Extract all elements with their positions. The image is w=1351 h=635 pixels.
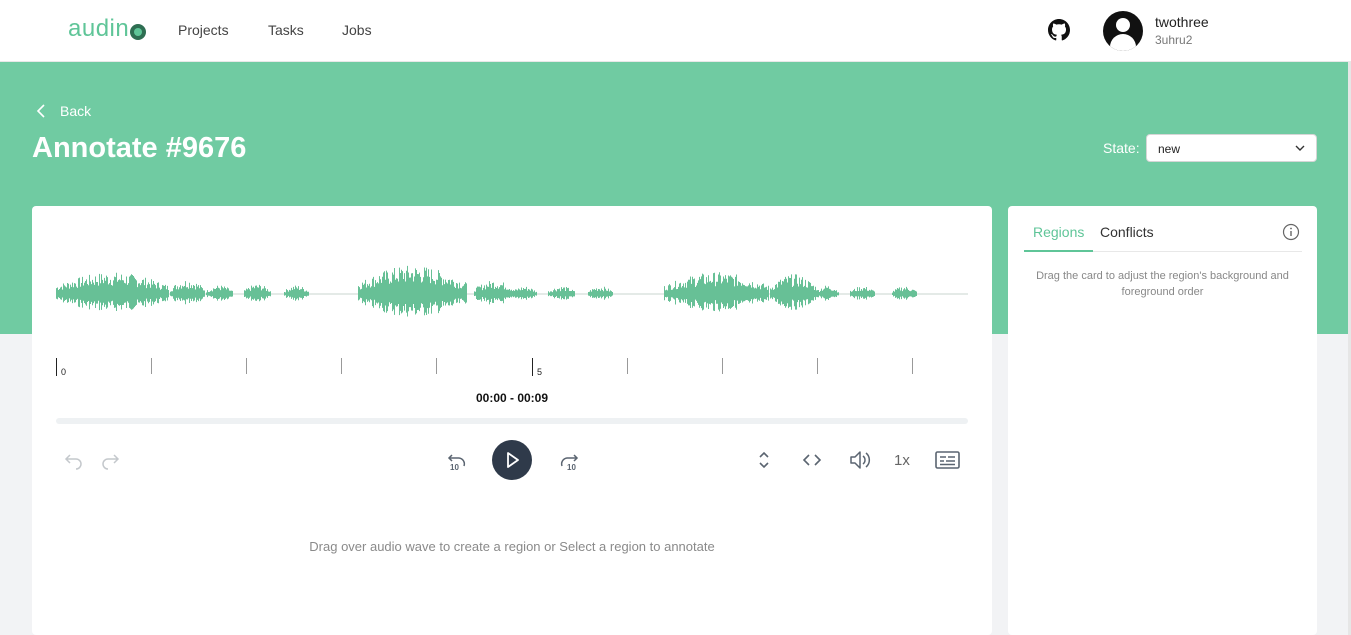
- state-select[interactable]: new: [1146, 134, 1317, 162]
- regions-hint: Drag the card to adjust the region's bac…: [1036, 270, 1289, 298]
- subtitles-icon[interactable]: [935, 450, 960, 470]
- side-panel: Regions Conflicts Drag the card to adjus…: [1008, 206, 1317, 635]
- info-icon[interactable]: [1282, 223, 1300, 241]
- user-tag: 3uhru2: [1155, 33, 1193, 47]
- back-label: Back: [60, 103, 92, 119]
- nav-jobs[interactable]: Jobs: [342, 22, 372, 38]
- svg-text:10: 10: [567, 463, 576, 472]
- time-range: 00:00 - 00:09: [475, 391, 549, 405]
- expand-vertical-icon[interactable]: [756, 450, 772, 470]
- avatar-head: [1116, 18, 1130, 32]
- rewind-10-icon[interactable]: 10: [446, 450, 468, 472]
- chevron-left-icon: [36, 104, 45, 118]
- chevron-down-icon: [1295, 145, 1305, 151]
- page-title: Annotate #9676: [32, 132, 247, 164]
- undo-icon[interactable]: [64, 450, 84, 470]
- app-logo[interactable]: audin: [68, 15, 147, 43]
- audio-waveform[interactable]: [56, 261, 968, 327]
- tick-label-5: 5: [537, 367, 543, 377]
- playback-speed[interactable]: 1x: [894, 452, 910, 469]
- avatar[interactable]: [1103, 11, 1143, 51]
- annotation-card: 0 5 00:00 - 00:09 10 10 1x Drag over aud…: [32, 206, 992, 635]
- logo-text: audin: [68, 15, 130, 42]
- forward-10-icon[interactable]: 10: [558, 450, 580, 472]
- code-icon[interactable]: [802, 451, 822, 469]
- top-navbar: audin Projects Tasks Jobs twothree 3uhru…: [0, 0, 1351, 62]
- tick-label-0: 0: [61, 367, 67, 377]
- playback-progress-bar[interactable]: [56, 418, 968, 424]
- nav-tasks[interactable]: Tasks: [268, 22, 342, 38]
- nav-projects[interactable]: Projects: [178, 22, 268, 38]
- play-button[interactable]: [492, 440, 532, 480]
- state-label: State:: [1103, 140, 1140, 156]
- main-nav: Projects Tasks Jobs: [178, 22, 372, 38]
- avatar-body: [1110, 34, 1136, 51]
- tab-regions[interactable]: Regions: [1024, 224, 1094, 252]
- tab-conflicts[interactable]: Conflicts: [1100, 224, 1154, 250]
- timeline-ruler: [56, 358, 913, 376]
- state-value: new: [1158, 142, 1181, 156]
- svg-text:10: 10: [450, 463, 459, 472]
- play-icon: [507, 452, 519, 468]
- redo-icon[interactable]: [100, 450, 120, 470]
- back-link[interactable]: Back: [36, 103, 91, 119]
- user-name[interactable]: twothree: [1155, 14, 1209, 30]
- annotation-hint: Drag over audio wave to create a region …: [309, 539, 715, 554]
- github-icon[interactable]: [1048, 19, 1070, 41]
- headphones-icon: [130, 23, 147, 40]
- side-tabs: Regions Conflicts: [1024, 224, 1302, 252]
- volume-icon[interactable]: [848, 449, 872, 471]
